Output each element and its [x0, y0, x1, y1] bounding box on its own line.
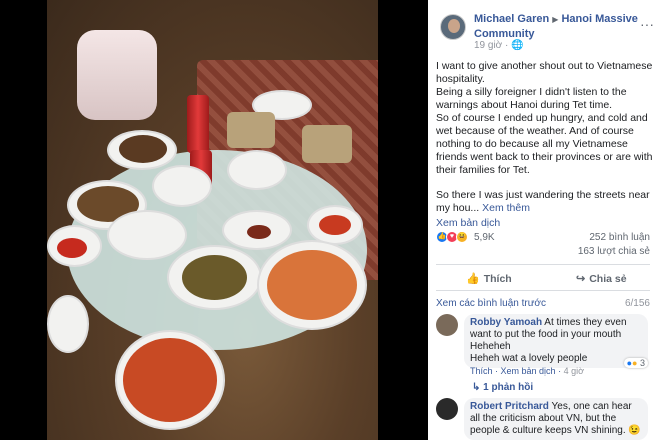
photo-food: [57, 238, 87, 258]
photo-dish: [227, 150, 287, 190]
like-label: Thích: [483, 272, 512, 285]
post-paragraph-text: So there I was just wandering the street…: [436, 189, 650, 214]
photo-rice-cooker: [77, 30, 157, 120]
like-button[interactable]: 👍 Thích: [466, 272, 512, 286]
post-text: I want to give another shout out to Viet…: [436, 60, 656, 230]
share-count[interactable]: 163 lượt chia sẻ: [436, 246, 650, 257]
share-button[interactable]: ↪ Chia sẻ: [576, 272, 627, 286]
globe-icon: 🌐: [511, 40, 524, 51]
author-avatar[interactable]: [440, 14, 466, 40]
divider: [436, 264, 650, 265]
comment-like-link[interactable]: Thích: [470, 366, 493, 376]
share-label: Chia sẻ: [589, 272, 627, 285]
reaction-icons[interactable]: 👍 ♥ 😆: [436, 231, 468, 243]
caret-right-icon: ▶: [552, 15, 559, 24]
comment-bubble: Robert Pritchard Yes, one can hear all t…: [464, 398, 648, 440]
comment-text: Heheh wat a lovely people: [470, 353, 588, 364]
photo-food: [123, 338, 217, 422]
commenter-avatar[interactable]: [436, 398, 458, 420]
author-name[interactable]: Michael Garen: [474, 13, 549, 25]
thumbs-up-icon: 👍: [466, 273, 480, 285]
post-paragraph: Being a silly foreigner I didn't listen …: [436, 86, 627, 111]
action-bar: 👍 Thích ↪ Chia sẻ: [436, 266, 650, 290]
post-photo[interactable]: [47, 0, 378, 440]
haha-reaction-icon: 😆: [456, 231, 468, 243]
photo-food: [227, 112, 275, 148]
comment-reactions[interactable]: ●● 3: [623, 358, 648, 368]
comment-text: Heheheh: [470, 341, 511, 352]
commenter-avatar[interactable]: [436, 314, 458, 336]
photo-can: [187, 95, 209, 153]
post-paragraph: I want to give another shout out to Viet…: [436, 60, 653, 85]
photo-viewer: [0, 0, 428, 440]
comments-count: 6/156: [624, 298, 650, 309]
photo-food: [119, 135, 167, 163]
photo-dish: [47, 295, 89, 353]
comment-count[interactable]: 252 bình luận: [589, 232, 650, 243]
post-paragraph: So there I was just wandering the street…: [436, 189, 656, 215]
photo-dish: [152, 165, 212, 207]
reply-arrow-icon: ↳: [472, 382, 481, 393]
comments-header: Xem các bình luận trước 6/156: [436, 298, 650, 309]
comment-translate-link[interactable]: Xem bản dịch: [501, 366, 556, 376]
more-icon[interactable]: ···: [640, 16, 654, 32]
photo-food: [267, 250, 357, 320]
reaction-bar: 👍 ♥ 😆 5,9K 252 bình luận: [436, 230, 650, 246]
see-more-link[interactable]: Xem thêm: [482, 202, 530, 214]
divider: [436, 290, 650, 291]
comment-actions: Thích · Xem bản dịch · 4 giờ: [470, 366, 584, 376]
comment-reaction-count: 3: [639, 358, 645, 368]
view-previous-comments-link[interactable]: Xem các bình luận trước: [436, 298, 546, 309]
comment-time[interactable]: 4 giờ: [564, 366, 584, 376]
post-time[interactable]: 19 giờ: [474, 40, 502, 51]
photo-food: [182, 255, 247, 300]
reaction-count[interactable]: 5,9K: [474, 232, 495, 243]
commenter-name[interactable]: Robert Pritchard: [470, 401, 549, 412]
commenter-name[interactable]: Robby Yamoah: [470, 317, 542, 328]
post-panel: Michael Garen ▶ Hanoi Massive Community …: [428, 0, 660, 440]
photo-food: [247, 225, 271, 239]
post-paragraph: So of course I ended up hungry, and cold…: [436, 112, 653, 176]
photo-food: [319, 215, 351, 235]
share-icon: ↪: [576, 273, 586, 285]
comment-bubble: Robby Yamoah At times they even want to …: [464, 314, 648, 368]
photo-dish: [107, 210, 187, 260]
photo-food: [302, 125, 352, 163]
haha-reaction-icon: ●: [632, 358, 638, 368]
replies-count: 1 phản hồi: [483, 382, 534, 393]
author-line: Michael Garen ▶ Hanoi Massive Community: [474, 12, 660, 41]
post-meta: 19 giờ · 🌐: [474, 40, 524, 51]
see-translation-link[interactable]: Xem bản dịch: [436, 217, 656, 230]
view-replies-link[interactable]: ↳ 1 phản hồi: [472, 382, 533, 393]
